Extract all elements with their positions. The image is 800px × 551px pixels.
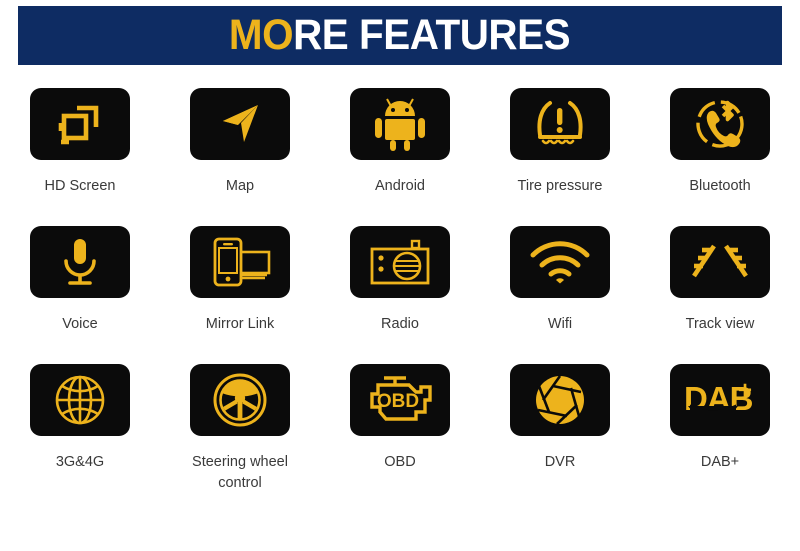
feature-item-3g4g[interactable]: 3G&4G [0, 364, 160, 504]
wifi-icon [530, 241, 590, 284]
feature-item-bluetooth[interactable]: Bluetooth [640, 88, 800, 226]
track-view-icon [692, 244, 748, 278]
feature-item-map[interactable]: Map [160, 88, 320, 226]
dab-plus-symbol: + [738, 378, 752, 404]
feature-tile[interactable] [350, 88, 450, 160]
feature-label: Map [225, 178, 255, 194]
android-robot-icon [375, 98, 425, 151]
feature-label: Wifi [547, 316, 573, 332]
feature-item-voice[interactable]: Voice [0, 226, 160, 364]
feature-item-hd-screen[interactable]: HD Screen [0, 88, 160, 226]
feature-tile[interactable] [510, 226, 610, 298]
obd-icon-text: OBD [377, 391, 419, 412]
feature-item-radio[interactable]: Radio [320, 226, 480, 364]
navigation-arrow-icon [223, 104, 259, 145]
feature-item-obd[interactable]: OBD OBD [320, 364, 480, 504]
feature-label: 3G&4G [55, 454, 105, 470]
feature-item-wifi[interactable]: Wifi [480, 226, 640, 364]
features-row-1: HD Screen Map Android Tire pressure Blue… [0, 88, 800, 226]
feature-tile[interactable] [190, 226, 290, 298]
feature-label: HD Screen [44, 178, 116, 194]
feature-item-track-view[interactable]: Track view [640, 226, 800, 364]
page-title: MORE FEATURES [229, 11, 572, 59]
hd-screen-icon [58, 105, 99, 145]
feature-item-dab-plus[interactable]: DAB + DAB+ [640, 364, 800, 504]
feature-label: Tire pressure [517, 178, 603, 194]
feature-tile[interactable]: OBD [350, 364, 450, 436]
feature-tile[interactable] [670, 88, 770, 160]
feature-item-android[interactable]: Android [320, 88, 480, 226]
page-header-banner: MORE FEATURES [18, 6, 782, 65]
feature-tile[interactable] [190, 364, 290, 436]
feature-tile[interactable]: DAB + [670, 364, 770, 436]
feature-tile[interactable] [30, 226, 130, 298]
page-title-white-part: RE FEATURES [293, 11, 572, 59]
mirror-link-icon [213, 237, 271, 287]
steering-wheel-icon [213, 373, 267, 427]
bluetooth-phone-icon [696, 100, 744, 148]
dab-plus-icon: DAB + [684, 378, 754, 418]
feature-tile[interactable] [510, 364, 610, 436]
camera-aperture-icon [536, 375, 584, 425]
tire-pressure-warning-icon [537, 101, 583, 145]
globe-icon [55, 375, 105, 425]
feature-label: Steering wheel control [192, 454, 288, 492]
feature-tile[interactable] [350, 226, 450, 298]
microphone-icon [64, 239, 96, 285]
page-title-gold-part: MO [229, 11, 294, 59]
radio-icon [370, 239, 430, 285]
feature-item-steering-wheel-control[interactable]: Steering wheel control [160, 364, 320, 504]
obd-engine-icon: OBD [370, 376, 432, 421]
feature-label: Radio [381, 316, 419, 332]
feature-item-mirror-link[interactable]: Mirror Link [160, 226, 320, 364]
feature-item-dvr[interactable]: DVR [480, 364, 640, 504]
feature-label: OBD [384, 454, 416, 470]
features-grid: HD Screen Map Android Tire pressure Blue… [0, 88, 800, 504]
feature-tile[interactable] [30, 364, 130, 436]
feature-label: DVR [544, 454, 576, 470]
features-row-3: 3G&4G Steering wheel control OBD OBD DVR… [0, 364, 800, 504]
feature-tile[interactable] [30, 88, 130, 160]
feature-label: Voice [62, 316, 98, 332]
feature-label: DAB+ [700, 454, 740, 470]
feature-tile[interactable] [190, 88, 290, 160]
features-row-2: Voice Mirror Link Radio Wifi Track view [0, 226, 800, 364]
feature-tile[interactable] [510, 88, 610, 160]
feature-label: Mirror Link [205, 316, 275, 332]
more-features-page: MORE FEATURES HD Screen Map Android Tire… [0, 0, 800, 551]
feature-item-tire-pressure[interactable]: Tire pressure [480, 88, 640, 226]
feature-label: Bluetooth [689, 178, 751, 194]
feature-tile[interactable] [670, 226, 770, 298]
feature-label: Android [375, 178, 425, 194]
feature-label: Track view [685, 316, 755, 332]
